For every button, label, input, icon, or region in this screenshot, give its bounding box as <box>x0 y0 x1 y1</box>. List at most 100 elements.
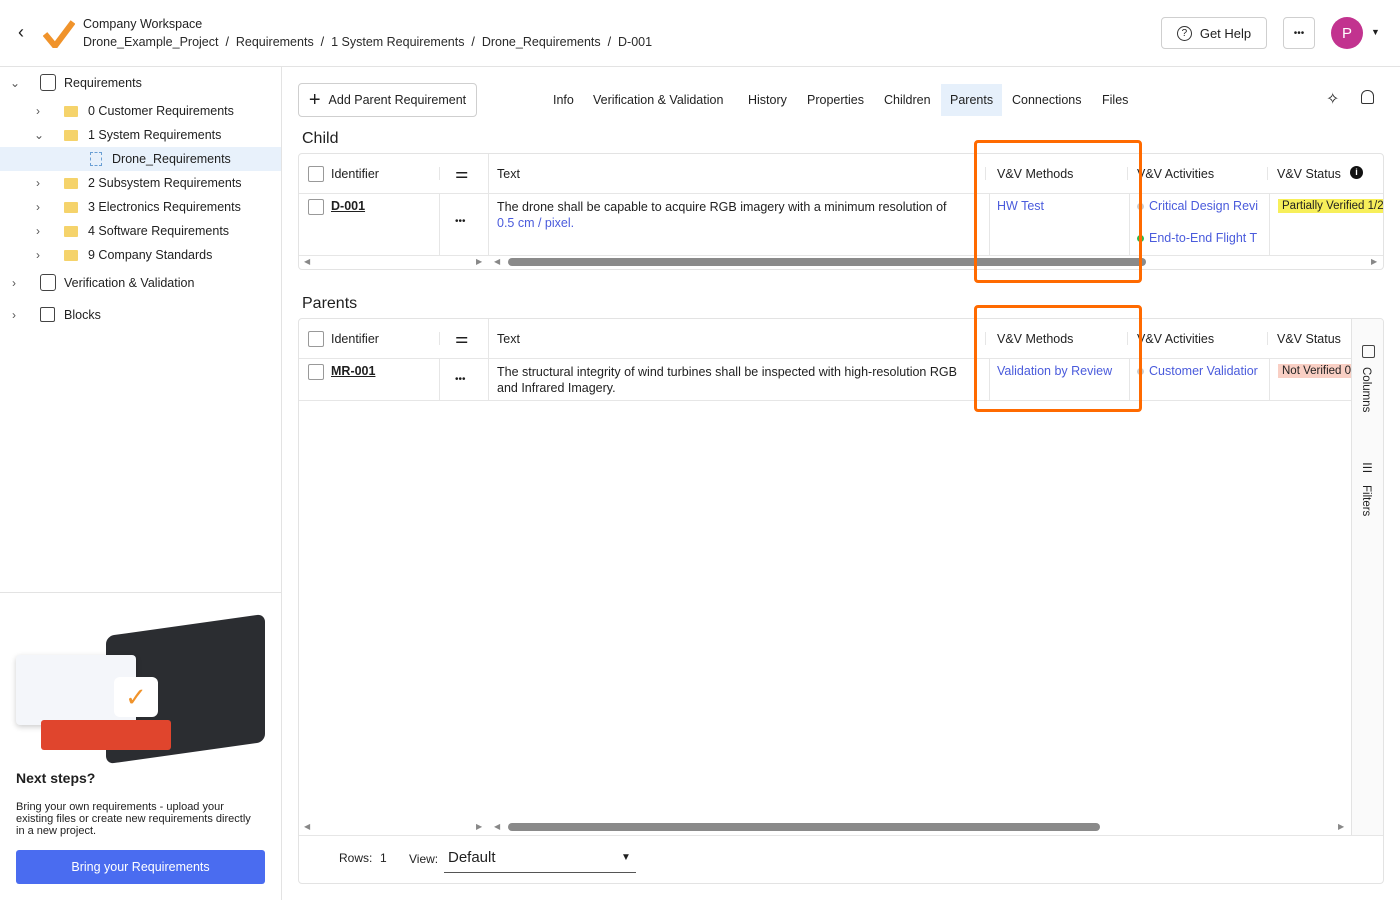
tab-history[interactable]: History <box>739 84 796 116</box>
vv-icon <box>40 274 56 291</box>
tree-label: Verification & Validation <box>64 276 195 290</box>
scroll-left-icon[interactable]: ◀ <box>494 822 500 831</box>
sidebar-item-vv[interactable]: › Verification & Validation <box>0 271 281 295</box>
breadcrumb-item[interactable]: Drone_Requirements <box>482 35 601 49</box>
folder-icon <box>64 201 78 213</box>
column-header-text[interactable]: Text <box>497 167 520 181</box>
caret-down-icon: ▼ <box>621 852 631 863</box>
row-text: The drone shall be capable to acquire RG… <box>497 199 977 231</box>
requirements-icon <box>40 74 56 91</box>
view-select[interactable]: Default ▼ <box>444 846 636 873</box>
scroll-left-icon[interactable]: ◀ <box>304 257 310 266</box>
vv-activity-link[interactable]: Customer Validatior <box>1149 364 1261 378</box>
row-text-link[interactable]: 0.5 cm / pixel. <box>497 216 574 230</box>
tree-label: 2 Subsystem Requirements <box>88 176 242 190</box>
tree-item[interactable]: › 9 Company Standards <box>0 243 281 267</box>
scroll-right-icon[interactable]: ▶ <box>1338 822 1344 831</box>
row-identifier-link[interactable]: D-001 <box>331 199 365 213</box>
breadcrumb-item[interactable]: Requirements <box>236 35 314 49</box>
vv-activity-link[interactable]: End-to-End Flight T <box>1149 231 1257 245</box>
tab-children[interactable]: Children <box>875 84 940 116</box>
row-checkbox[interactable] <box>308 199 324 215</box>
scroll-left-icon[interactable]: ◀ <box>494 257 500 266</box>
more-icon[interactable]: ••• <box>1283 17 1315 49</box>
row-text-content: The drone shall be capable to acquire RG… <box>497 200 947 214</box>
row-more-icon[interactable]: ••• <box>455 216 466 227</box>
scroll-right-icon[interactable]: ▶ <box>476 822 482 831</box>
folder-icon <box>64 249 78 261</box>
highlight-box <box>974 305 1142 412</box>
sidebar-item-requirements[interactable]: ⌄ Requirements <box>0 71 281 95</box>
tree-item[interactable]: › 3 Electronics Requirements <box>0 195 281 219</box>
back-icon[interactable]: ‹ <box>18 22 24 43</box>
help-icon: ? <box>1176 25 1192 41</box>
bell-icon[interactable] <box>1361 90 1374 104</box>
sparkle-icon[interactable]: ✧ <box>1326 89 1339 109</box>
column-header-vv-status[interactable]: V&V Status <box>1277 332 1341 346</box>
sidebar-item-blocks[interactable]: › Blocks <box>0 303 281 327</box>
blocks-icon <box>40 307 55 322</box>
column-header-vv-status[interactable]: V&V Status <box>1277 167 1341 181</box>
row-checkbox[interactable] <box>308 364 324 380</box>
row-identifier-link[interactable]: MR-001 <box>331 364 375 378</box>
columns-toggle[interactable]: Columns <box>1360 367 1372 412</box>
tab-parents[interactable]: Parents <box>941 84 1003 116</box>
get-help-button[interactable]: ? Get Help <box>1161 17 1267 49</box>
tree-label: Requirements <box>64 76 142 90</box>
tab-properties[interactable]: Properties <box>798 84 873 116</box>
folder-icon <box>64 225 78 237</box>
column-header-identifier[interactable]: Identifier <box>331 332 379 346</box>
column-header-vv-activities[interactable]: V&V Activities <box>1137 332 1214 346</box>
chevron-down-icon[interactable]: ▼ <box>1371 27 1380 37</box>
status-badge: Partially Verified 1/2 <box>1278 199 1383 213</box>
tree-item[interactable]: › 4 Software Requirements <box>0 219 281 243</box>
scroll-right-icon[interactable]: ▶ <box>476 257 482 266</box>
vv-activity-link[interactable]: Critical Design Revi <box>1149 199 1258 213</box>
add-parent-requirement-button[interactable]: + Add Parent Requirement <box>298 83 477 117</box>
horizontal-scrollbar[interactable] <box>508 823 1100 831</box>
child-table: Identifier ⚌ Text V&V Methods V&V Activi… <box>298 153 1384 270</box>
select-all-checkbox[interactable] <box>308 166 324 182</box>
info-icon[interactable]: i <box>1350 166 1363 179</box>
column-header-identifier[interactable]: Identifier <box>331 167 379 181</box>
tree-item[interactable]: › 0 Customer Requirements <box>0 99 281 123</box>
columns-icon <box>1362 345 1375 358</box>
scroll-right-icon[interactable]: ▶ <box>1371 257 1377 266</box>
promo-text: Bring your own requirements - upload you… <box>16 801 251 837</box>
breadcrumb: Drone_Example_Project / Requirements / 1… <box>83 35 653 49</box>
tree-label: 1 System Requirements <box>88 128 222 142</box>
tree-label: 0 Customer Requirements <box>88 104 234 118</box>
select-all-checkbox[interactable] <box>308 331 324 347</box>
tree-item[interactable]: ⌄ 1 System Requirements <box>0 123 281 147</box>
breadcrumb-item[interactable]: Drone_Example_Project <box>83 35 219 49</box>
bring-requirements-button[interactable]: Bring your Requirements <box>16 850 265 884</box>
document-icon <box>90 152 102 166</box>
tree-item-selected[interactable]: Drone_Requirements <box>0 147 281 171</box>
tree-label: 3 Electronics Requirements <box>88 200 241 214</box>
column-header-text[interactable]: Text <box>497 332 520 346</box>
promo-panel: ✓ Next steps? Bring your own requirement… <box>0 592 281 900</box>
column-header-vv-activities[interactable]: V&V Activities <box>1137 167 1214 181</box>
sidebar: ⌄ Requirements › 0 Customer Requirements ⌄… <box>0 67 282 900</box>
filter-icon: ☰ <box>1362 461 1373 475</box>
child-section-title: Child <box>302 130 339 147</box>
tab-verification-validation[interactable]: Verification & Validation <box>584 84 732 116</box>
tree-label: 4 Software Requirements <box>88 224 230 238</box>
tree-label: Blocks <box>64 308 101 322</box>
row-more-icon[interactable]: ••• <box>455 374 466 385</box>
tab-connections[interactable]: Connections <box>1003 84 1091 116</box>
column-settings-icon[interactable]: ⚌ <box>455 164 468 182</box>
breadcrumb-item[interactable]: 1 System Requirements <box>331 35 464 49</box>
avatar[interactable]: P <box>1331 17 1363 49</box>
tree-label: 9 Company Standards <box>88 248 213 262</box>
column-settings-icon[interactable]: ⚌ <box>455 329 468 347</box>
filters-toggle[interactable]: Filters <box>1360 485 1372 516</box>
parents-section-title: Parents <box>302 295 358 312</box>
row-text: The structural integrity of wind turbine… <box>497 365 957 395</box>
scroll-left-icon[interactable]: ◀ <box>304 822 310 831</box>
workspace-name: Company Workspace <box>83 17 203 31</box>
tab-info[interactable]: Info <box>544 84 583 116</box>
tree-item[interactable]: › 2 Subsystem Requirements <box>0 171 281 195</box>
tab-files[interactable]: Files <box>1093 84 1137 116</box>
add-parent-label: Add Parent Requirement <box>328 93 467 107</box>
